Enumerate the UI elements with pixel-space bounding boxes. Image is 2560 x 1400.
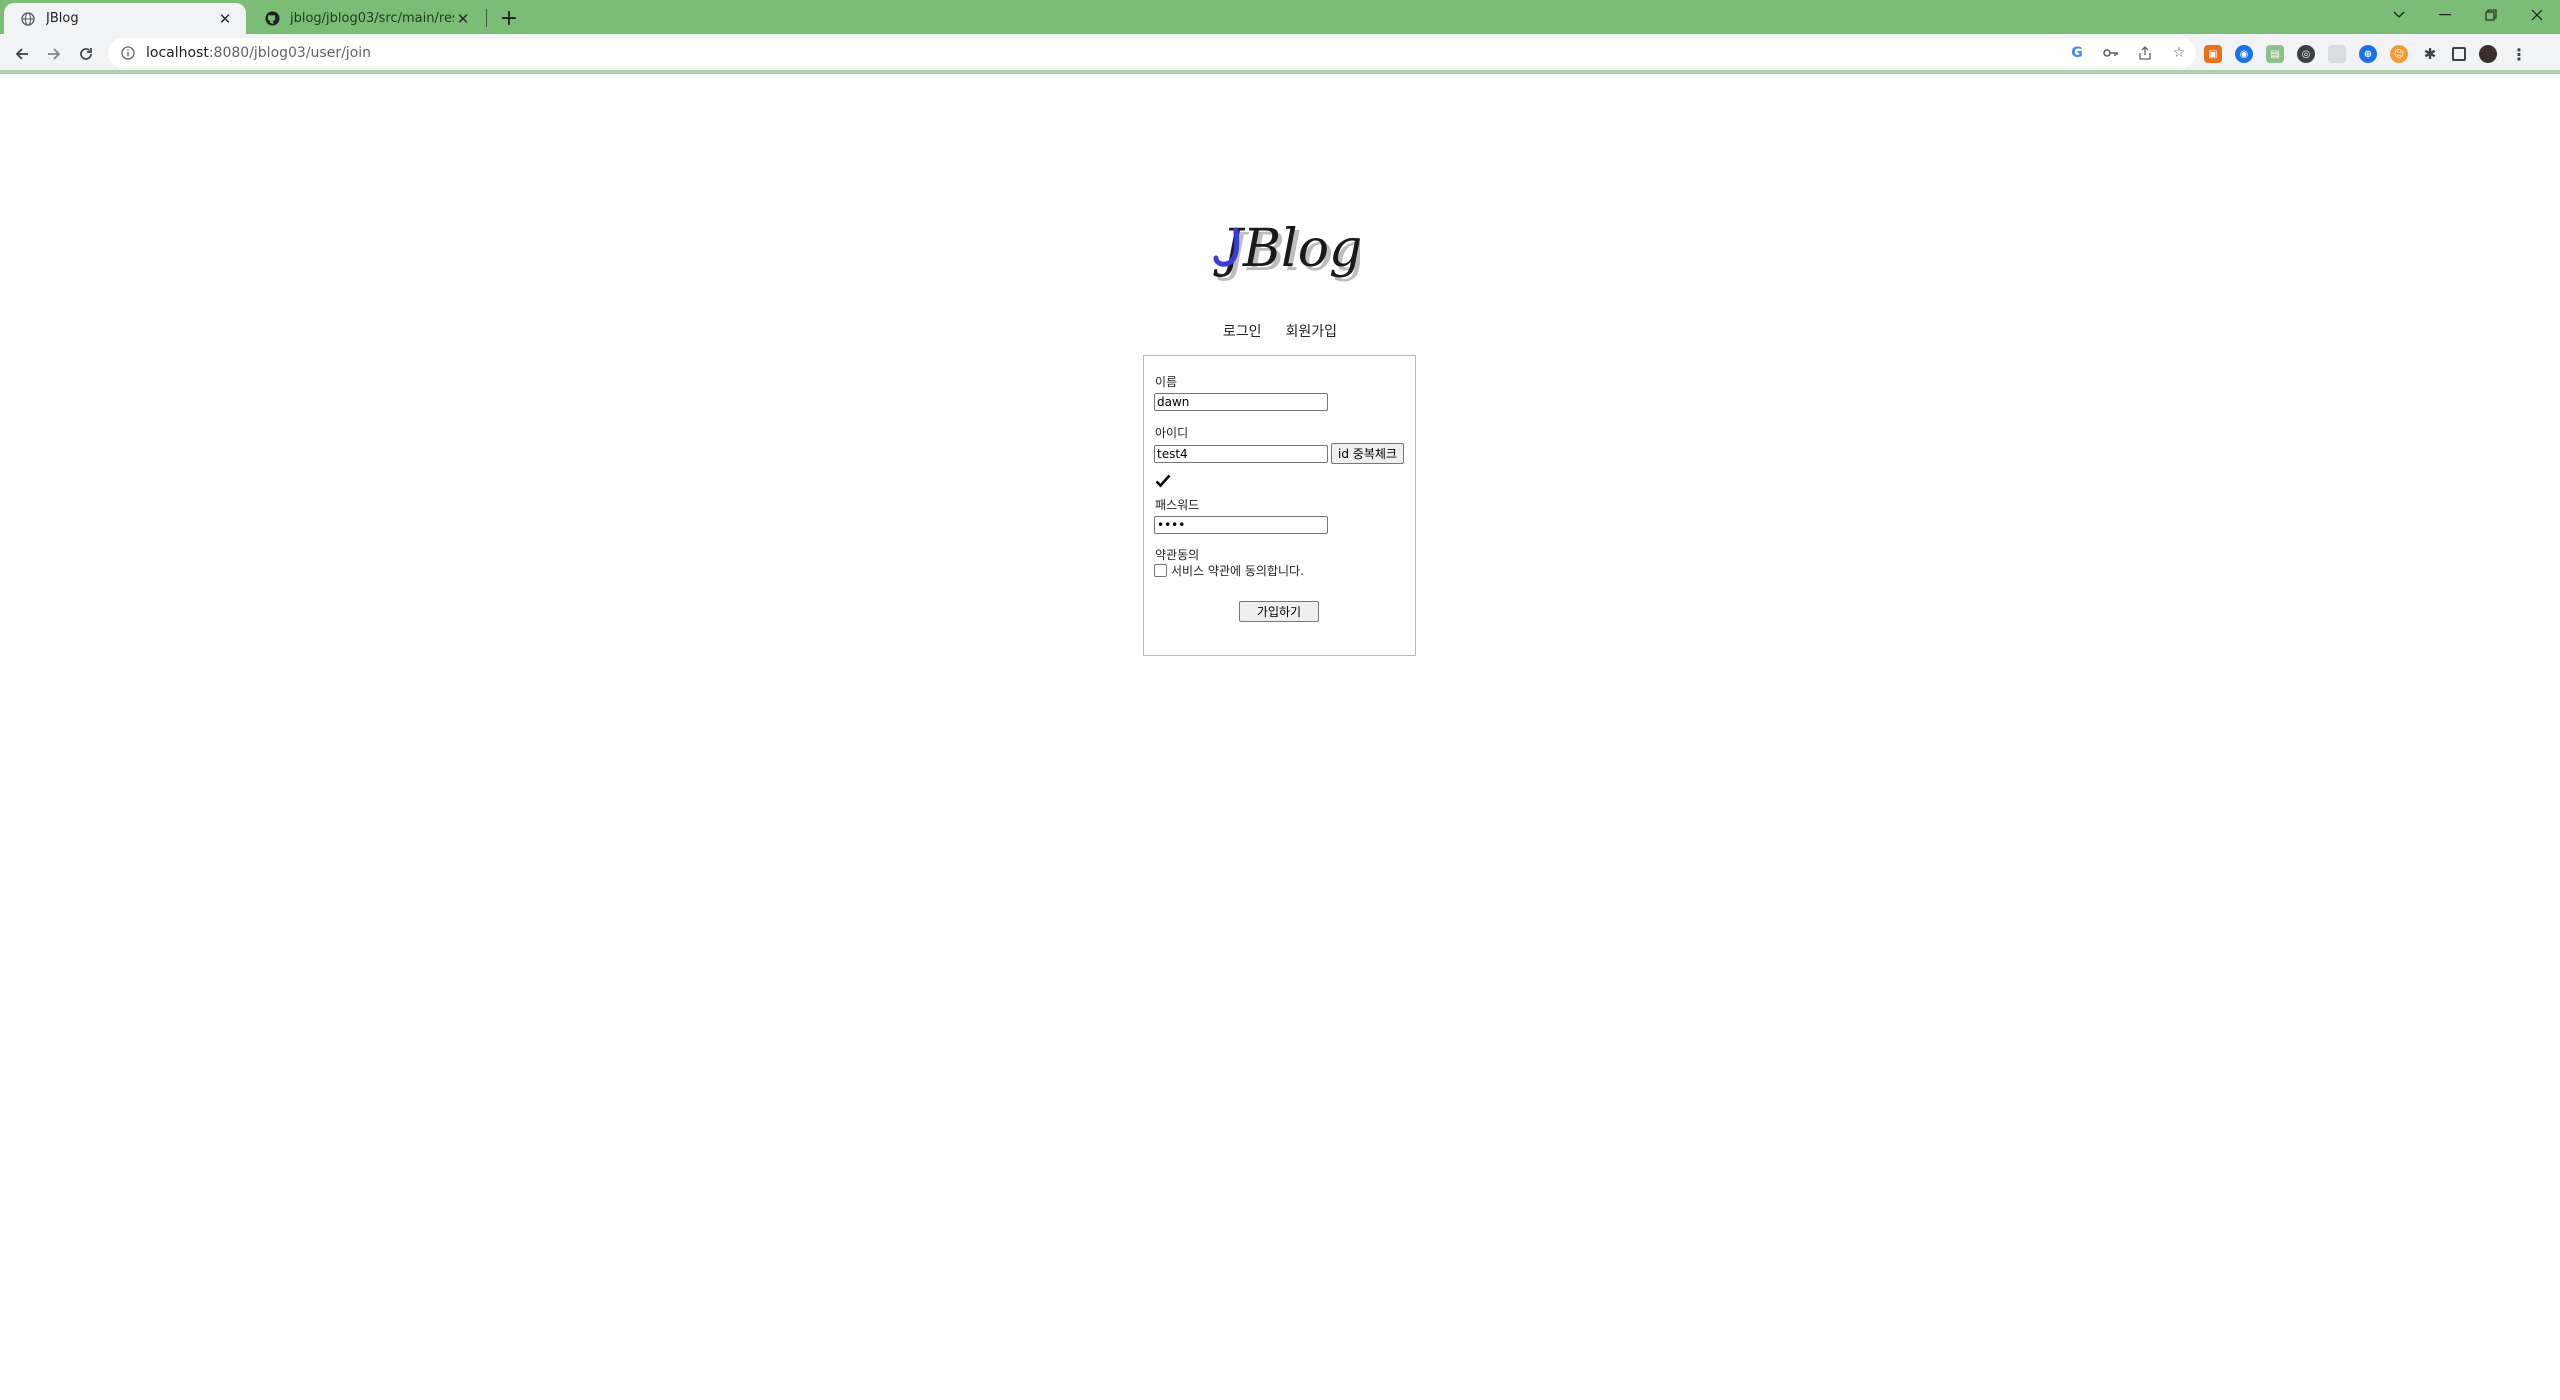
- profile-avatar[interactable]: [2479, 45, 2497, 63]
- terms-checkbox[interactable]: [1154, 564, 1167, 577]
- name-label: 이름: [1155, 375, 1178, 389]
- close-tab-icon[interactable]: ✕: [216, 10, 234, 28]
- globe-icon: [20, 11, 36, 27]
- extension-translate-icon[interactable]: ⊕: [2359, 45, 2377, 63]
- url-path: :8080/jblog03/user/join: [208, 45, 372, 61]
- side-panel-icon[interactable]: [2452, 47, 2466, 61]
- forward-button[interactable]: [40, 40, 68, 68]
- top-nav: 로그인 회원가입: [1200, 321, 1360, 347]
- submit-join-button[interactable]: 가입하기: [1239, 601, 1319, 622]
- back-arrow-icon: [15, 48, 28, 60]
- id-input[interactable]: [1154, 445, 1328, 463]
- join-link[interactable]: 회원가입: [1286, 321, 1338, 347]
- terms-label: 약관동의: [1155, 548, 1200, 562]
- extension-green-icon[interactable]: ▤: [2266, 45, 2284, 63]
- tab-github[interactable]: jblog/jblog03/src/main/resourc ✕: [248, 3, 484, 34]
- bookmark-star-icon[interactable]: ☆: [2170, 44, 2188, 62]
- close-tab-icon[interactable]: ✕: [454, 10, 472, 28]
- extension-dark-icon[interactable]: ◎: [2297, 45, 2315, 63]
- terms-agree-row: 서비스 약관에 동의합니다.: [1154, 562, 1304, 579]
- tab-search-chevron-icon[interactable]: [2376, 0, 2422, 30]
- extension-icons: ▣ ◉ ▤ ◎ ⊕ ☺ ✱ ⋮: [2204, 40, 2528, 68]
- join-form: 이름 아이디 id 중복체크 패스워드 약관동의 서비스 약관에 동의합니다. …: [1143, 355, 1416, 656]
- key-icon[interactable]: [2102, 44, 2120, 62]
- forward-arrow-icon: [48, 48, 61, 60]
- restore-icon[interactable]: [2468, 0, 2514, 30]
- jblog-logo: JBlog JBlog: [1200, 200, 1366, 300]
- tab-title: jblog/jblog03/src/main/resourc: [290, 11, 454, 26]
- new-tab-button[interactable]: +: [496, 5, 522, 31]
- info-icon[interactable]: [120, 45, 136, 61]
- url-text: localhost:8080/jblog03/user/join: [146, 45, 371, 61]
- address-bar[interactable]: localhost:8080/jblog03/user/join G ☆: [108, 38, 2196, 68]
- back-button[interactable]: [8, 40, 36, 68]
- tab-jblog[interactable]: JBlog ✕: [4, 3, 246, 34]
- close-window-icon[interactable]: [2514, 0, 2560, 30]
- browser-tabstrip: JBlog ✕ jblog/jblog03/src/main/resourc ✕…: [0, 0, 2560, 34]
- puzzle-icon[interactable]: ✱: [2421, 45, 2439, 63]
- tab-title: JBlog: [46, 11, 79, 26]
- extension-face-icon[interactable]: ☺: [2390, 45, 2408, 63]
- password-input[interactable]: [1154, 516, 1328, 534]
- github-icon: [264, 11, 280, 27]
- extension-grey-icon[interactable]: [2328, 45, 2346, 63]
- password-label: 패스워드: [1155, 498, 1200, 512]
- extension-blue-icon[interactable]: ◉: [2235, 45, 2253, 63]
- name-input[interactable]: [1154, 393, 1328, 411]
- tab-divider: [486, 9, 487, 27]
- url-host: localhost: [146, 45, 209, 61]
- minimize-icon[interactable]: [2422, 0, 2468, 30]
- checkmark-icon: [1155, 474, 1171, 488]
- extension-orange-icon[interactable]: ▣: [2204, 45, 2222, 63]
- id-check-button[interactable]: id 중복체크: [1331, 443, 1404, 464]
- page-body: JBlog JBlog 로그인 회원가입 이름 아이디 id 중복체크 패스워드…: [0, 78, 2560, 1400]
- browser-toolbar: localhost:8080/jblog03/user/join G ☆ ▣ ◉…: [0, 34, 2560, 74]
- reload-button[interactable]: [72, 40, 100, 68]
- id-label: 아이디: [1155, 426, 1189, 440]
- terms-checkbox-label: 서비스 약관에 동의합니다.: [1171, 564, 1304, 578]
- menu-dots-icon[interactable]: ⋮: [2510, 45, 2528, 64]
- google-icon[interactable]: G: [2068, 44, 2086, 62]
- login-link[interactable]: 로그인: [1223, 321, 1262, 347]
- reload-icon: [80, 48, 92, 60]
- share-icon[interactable]: [2136, 44, 2154, 62]
